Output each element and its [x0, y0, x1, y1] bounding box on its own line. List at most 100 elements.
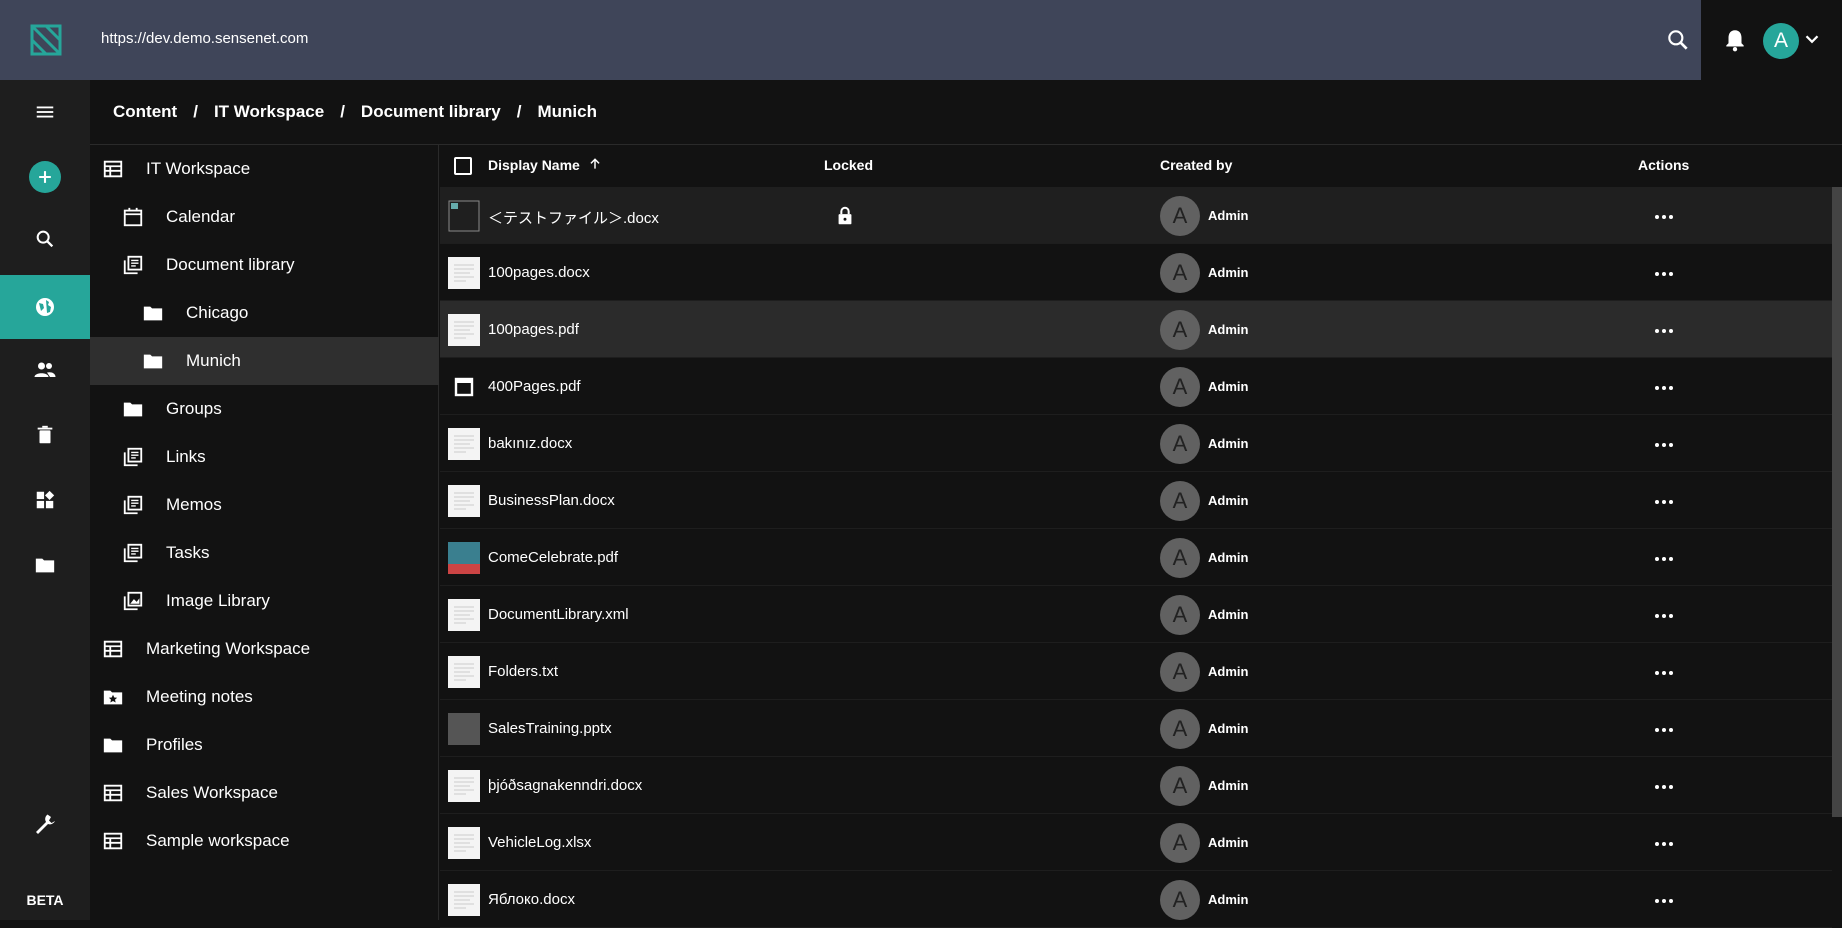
tree-item[interactable]: Links — [90, 433, 439, 481]
file-name[interactable]: ComeCelebrate.pdf — [488, 549, 618, 566]
created-by-name[interactable]: Admin — [1208, 721, 1248, 736]
avatar[interactable]: A — [1160, 481, 1200, 521]
tree-item[interactable]: Chicago — [90, 289, 439, 337]
tree-item[interactable]: IT Workspace — [90, 145, 439, 193]
more-horizontal-icon[interactable] — [1652, 604, 1676, 628]
tree-item[interactable]: Munich — [90, 337, 439, 385]
tree-item[interactable]: Memos — [90, 481, 439, 529]
table-row[interactable]: 100pages.docx A Admin — [440, 244, 1832, 301]
file-name[interactable]: VehicleLog.xlsx — [488, 834, 591, 851]
chevron-down-icon[interactable] — [1801, 28, 1823, 50]
file-name[interactable]: ＜テストファイル＞.docx — [488, 207, 659, 228]
rail-apps-button[interactable] — [0, 468, 90, 532]
avatar[interactable]: A — [1160, 367, 1200, 407]
avatar[interactable]: A — [1160, 709, 1200, 749]
tree-item[interactable]: Sample workspace — [90, 817, 439, 865]
more-horizontal-icon[interactable] — [1652, 718, 1676, 742]
table-row[interactable]: 400Pages.pdf A Admin — [440, 358, 1832, 415]
avatar[interactable]: A — [1160, 823, 1200, 863]
breadcrumb-item[interactable]: IT Workspace — [214, 102, 324, 122]
avatar[interactable]: A — [1160, 253, 1200, 293]
more-horizontal-icon[interactable] — [1652, 490, 1676, 514]
created-by-name[interactable]: Admin — [1208, 436, 1248, 451]
rail-trash-button[interactable] — [0, 403, 90, 467]
more-horizontal-icon[interactable] — [1652, 775, 1676, 799]
table-row[interactable]: bakınız.docx A Admin — [440, 415, 1832, 472]
table-row[interactable]: VehicleLog.xlsx A Admin — [440, 814, 1832, 871]
avatar[interactable]: A — [1160, 196, 1200, 236]
avatar[interactable]: A — [1160, 766, 1200, 806]
column-header-display-name[interactable]: Display Name — [488, 157, 602, 173]
file-name[interactable]: 100pages.docx — [488, 264, 590, 281]
tree-item[interactable]: Document library — [90, 241, 439, 289]
avatar[interactable]: A — [1160, 880, 1200, 920]
bell-icon[interactable] — [1722, 27, 1748, 53]
avatar[interactable]: A — [1160, 652, 1200, 692]
avatar[interactable]: A — [1160, 538, 1200, 578]
more-horizontal-icon[interactable] — [1652, 205, 1676, 229]
user-avatar[interactable]: A — [1763, 23, 1799, 59]
more-horizontal-icon[interactable] — [1652, 262, 1676, 286]
created-by-name[interactable]: Admin — [1208, 322, 1248, 337]
table-row[interactable]: þjóðsagnakenndri.docx A Admin — [440, 757, 1832, 814]
file-name[interactable]: BusinessPlan.docx — [488, 492, 615, 509]
rail-search-button[interactable] — [0, 207, 90, 271]
rail-users-button[interactable] — [0, 338, 90, 402]
rail-folder-button[interactable] — [0, 533, 90, 597]
repository-url[interactable]: https://dev.demo.sensenet.com — [101, 30, 308, 47]
created-by-name[interactable]: Admin — [1208, 265, 1248, 280]
file-name[interactable]: 400Pages.pdf — [488, 378, 581, 395]
table-row[interactable]: DocumentLibrary.xml A Admin — [440, 586, 1832, 643]
file-name[interactable]: SalesTraining.pptx — [488, 720, 612, 737]
file-name[interactable]: 100pages.pdf — [488, 321, 579, 338]
rail-settings-button[interactable] — [0, 792, 90, 856]
file-name[interactable]: þjóðsagnakenndri.docx — [488, 777, 642, 794]
file-name[interactable]: Folders.txt — [488, 663, 558, 680]
file-name[interactable]: DocumentLibrary.xml — [488, 606, 629, 623]
more-horizontal-icon[interactable] — [1652, 433, 1676, 457]
created-by-name[interactable]: Admin — [1208, 493, 1248, 508]
more-horizontal-icon[interactable] — [1652, 376, 1676, 400]
tree-item[interactable]: Image Library — [90, 577, 439, 625]
add-button[interactable] — [0, 145, 90, 209]
file-name[interactable]: Яблоко.docx — [488, 891, 575, 908]
tree-item[interactable]: Meeting notes — [90, 673, 439, 721]
tree-item[interactable]: Calendar — [90, 193, 439, 241]
created-by-name[interactable]: Admin — [1208, 835, 1248, 850]
sensenet-logo-icon[interactable] — [28, 20, 64, 60]
table-row[interactable]: BusinessPlan.docx A Admin — [440, 472, 1832, 529]
tree-item[interactable]: Tasks — [90, 529, 439, 577]
tree-item[interactable]: Profiles — [90, 721, 439, 769]
more-horizontal-icon[interactable] — [1652, 889, 1676, 913]
avatar[interactable]: A — [1160, 595, 1200, 635]
table-row[interactable]: Яблоко.docx A Admin — [440, 871, 1832, 928]
column-header-locked[interactable]: Locked — [824, 157, 873, 173]
scrollbar[interactable] — [1832, 187, 1842, 817]
column-header-created-by[interactable]: Created by — [1160, 157, 1232, 173]
avatar[interactable]: A — [1160, 424, 1200, 464]
search-icon[interactable] — [1665, 27, 1691, 53]
tree-item[interactable]: Marketing Workspace — [90, 625, 439, 673]
table-row[interactable]: Folders.txt A Admin — [440, 643, 1832, 700]
tree-item[interactable]: Sales Workspace — [90, 769, 439, 817]
table-row[interactable]: 100pages.pdf A Admin — [440, 301, 1832, 358]
created-by-name[interactable]: Admin — [1208, 550, 1248, 565]
table-row[interactable]: SalesTraining.pptx A Admin — [440, 700, 1832, 757]
more-horizontal-icon[interactable] — [1652, 319, 1676, 343]
created-by-name[interactable]: Admin — [1208, 892, 1248, 907]
breadcrumb-item[interactable]: Munich — [537, 102, 597, 122]
created-by-name[interactable]: Admin — [1208, 379, 1248, 394]
created-by-name[interactable]: Admin — [1208, 607, 1248, 622]
more-horizontal-icon[interactable] — [1652, 547, 1676, 571]
created-by-name[interactable]: Admin — [1208, 208, 1248, 223]
select-all-checkbox[interactable] — [454, 157, 472, 175]
table-row[interactable]: ＜テストファイル＞.docx A Admin — [440, 187, 1832, 244]
created-by-name[interactable]: Admin — [1208, 778, 1248, 793]
table-row[interactable]: ComeCelebrate.pdf A Admin — [440, 529, 1832, 586]
more-horizontal-icon[interactable] — [1652, 661, 1676, 685]
file-name[interactable]: bakınız.docx — [488, 435, 572, 452]
rail-content-button[interactable] — [0, 275, 90, 339]
avatar[interactable]: A — [1160, 310, 1200, 350]
breadcrumb-item[interactable]: Content — [113, 102, 177, 122]
created-by-name[interactable]: Admin — [1208, 664, 1248, 679]
